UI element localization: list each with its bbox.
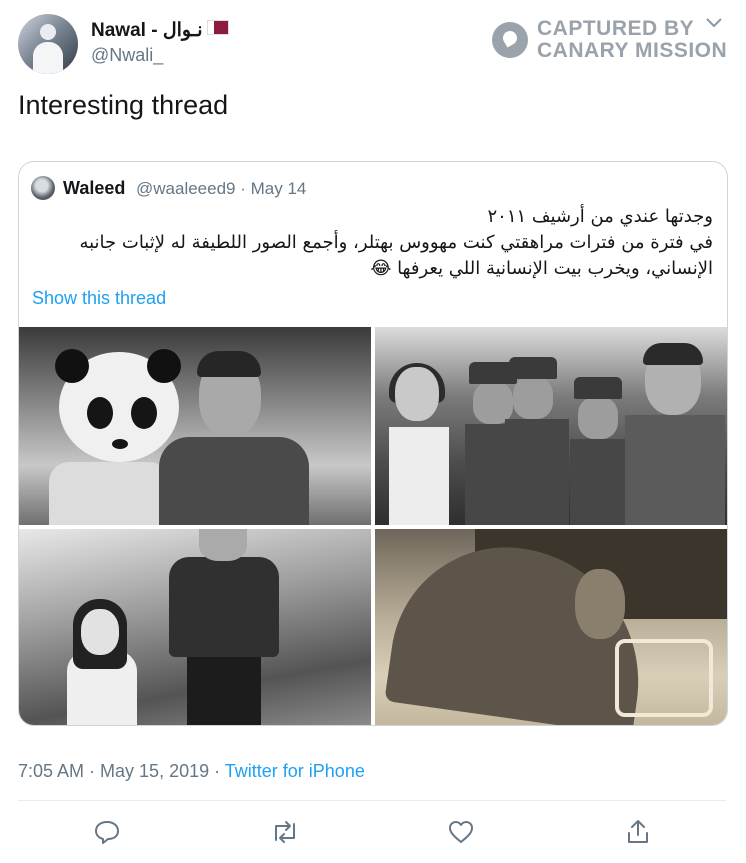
quoted-date[interactable]: · May 14	[240, 179, 306, 198]
qatar-flag-icon	[206, 20, 229, 35]
photo-4[interactable]	[375, 529, 727, 725]
author-name[interactable]: Nawal - نـوال	[91, 19, 229, 42]
photo-1-panda-eye	[131, 397, 157, 429]
photo-3-man-legs	[187, 655, 261, 725]
photo-2-man	[625, 337, 725, 525]
photo-2-soldier	[505, 357, 569, 525]
show-thread-link[interactable]: Show this thread	[32, 288, 166, 309]
photo-1-panda-eye	[87, 397, 113, 429]
photo-2-girl	[389, 363, 449, 525]
photo-1[interactable]	[19, 327, 371, 525]
photo-1-child-body	[49, 462, 169, 525]
photo-2-soldier-cap	[574, 377, 622, 399]
photo-1-man-body	[159, 437, 309, 525]
photo-2-soldier-body	[505, 419, 569, 525]
quoted-text-line1: وجدتها عندي من أرشيف ٢٠١١	[487, 206, 713, 227]
photo-2-girl-body	[389, 427, 449, 525]
quoted-avatar[interactable]	[31, 176, 55, 200]
photo-1-panda-nose	[112, 439, 128, 449]
tweet-text: Interesting thread	[18, 90, 229, 120]
author-handle[interactable]: @Nwali_	[91, 45, 163, 66]
watermark-line1: CAPTURED BY	[537, 17, 695, 40]
photo-1-man-hair	[197, 351, 261, 377]
photo-1-panda-ear	[147, 349, 181, 383]
quoted-handle[interactable]: @waaleeed9	[136, 179, 236, 198]
quoted-tweet[interactable]: Waleed @waaleeed9 · May 14 وجدتها عندي م…	[18, 161, 728, 726]
reply-icon[interactable]	[93, 818, 123, 848]
share-icon[interactable]	[624, 818, 654, 848]
quoted-meta: @waaleeed9 · May 14	[136, 179, 306, 199]
photo-2-girl-head	[395, 367, 439, 421]
photo-2-soldier-head	[513, 377, 553, 419]
quoted-text-line2: في فترة من فترات مراهقتي كنت مهووس بهتلر…	[79, 232, 713, 279]
photo-2-soldier-head	[578, 397, 618, 439]
canary-logo-icon	[492, 22, 528, 58]
photo-4-man-head	[575, 569, 625, 639]
photo-3-girl-head	[81, 609, 119, 655]
photo-3-girl	[63, 599, 143, 725]
watermark-line2: CANARY MISSION	[537, 39, 728, 62]
author-name-text: Nawal - نـوال	[91, 20, 203, 41]
photo-3-man-head	[199, 529, 247, 561]
timestamp-text[interactable]: 7:05 AM · May 15, 2019 ·	[18, 761, 225, 781]
watermark-text: CAPTURED BY CANARY MISSION	[537, 18, 727, 62]
tweet-source[interactable]: Twitter for iPhone	[225, 761, 365, 781]
chevron-down-icon[interactable]	[706, 15, 722, 33]
divider	[18, 800, 726, 801]
photo-3-man	[159, 529, 289, 725]
photo-3-man-coat	[169, 557, 279, 657]
like-icon[interactable]	[447, 818, 477, 848]
photo-3[interactable]	[19, 529, 371, 725]
photo-2-soldier	[570, 377, 634, 525]
quoted-author-name[interactable]: Waleed	[63, 178, 125, 199]
photo-2-man-body	[625, 415, 725, 525]
avatar-figure-body	[33, 42, 63, 74]
photo-2[interactable]	[375, 327, 727, 525]
photo-2-soldier-cap	[509, 357, 557, 379]
canary-mission-watermark: CAPTURED BY CANARY MISSION	[492, 18, 732, 70]
author-avatar[interactable]	[18, 14, 78, 74]
retweet-icon[interactable]	[270, 818, 300, 848]
quoted-text: وجدتها عندي من أرشيف ٢٠١١ في فترة من فتر…	[33, 204, 713, 282]
tweet-timestamp: 7:05 AM · May 15, 2019 · Twitter for iPh…	[18, 761, 365, 782]
photo-1-panda-ear	[55, 349, 89, 383]
photo-4-chair	[615, 639, 713, 717]
avatar-figure-head	[40, 24, 56, 40]
photo-2-man-hair	[643, 343, 703, 365]
